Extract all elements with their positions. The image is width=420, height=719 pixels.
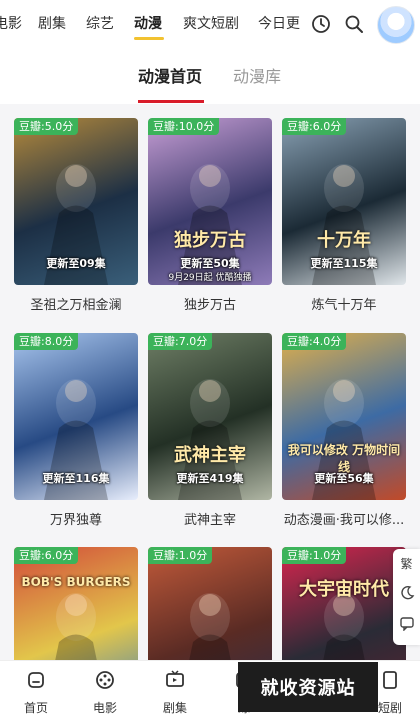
home-icon [28,672,44,688]
poster-title-art: BOB'S BURGERS [21,575,131,589]
poster-image[interactable]: 豆瓣:10.0分独步万古 9月29日起 优酷独播 更新至50集 [148,118,272,285]
poster-image[interactable]: 豆瓣:6.0分十万年更新至115集 [282,118,406,285]
nav-home[interactable]: 首页 [6,669,66,716]
nav-home-label: 首页 [23,701,48,715]
card-title[interactable]: 动态漫画·我可以修... [282,509,406,528]
card-title[interactable]: 炼气十万年 [282,294,406,313]
sub-tab-indicator [138,100,204,103]
tv-icon [166,670,184,687]
card-title[interactable]: 圣祖之万相金澜 [14,294,138,313]
card-title[interactable]: 万界独尊 [14,509,138,528]
poster-image[interactable]: 豆瓣:5.0分更新至09集 [14,118,138,285]
rating-badge: 豆瓣:10.0分 [148,118,220,135]
poster-title-art: 大宇宙时代 [299,579,389,600]
avatar[interactable] [377,6,415,44]
tab-anime[interactable]: 动漫 [134,14,162,34]
sub-tabs: 动漫首页 动漫库 [0,50,420,104]
traditional-chinese-toggle[interactable]: 繁 [393,555,420,572]
chat-icon[interactable] [393,615,420,634]
poster-title-art: 十万年 [317,230,371,251]
tab-movies[interactable]: 电影 [0,14,22,34]
episode-update-label: 更新至419集 [176,472,244,485]
episode-update-label: 更新至09集 [46,257,106,270]
side-tool-panel: 繁 [393,549,420,645]
rating-badge: 豆瓣:6.0分 [282,118,347,135]
search-icon[interactable] [340,10,368,38]
poster-title-art: 武神主宰 [174,445,246,466]
active-tab-indicator [134,37,164,40]
poster-image[interactable]: 豆瓣:7.0分武神主宰更新至419集 [148,333,272,500]
poster-title-art: 独步万古 [174,230,246,251]
rating-badge: 豆瓣:4.0分 [282,333,347,350]
rating-badge: 豆瓣:6.0分 [14,547,79,564]
poster-release-note: 9月29日起 优酷独播 [168,273,252,283]
episode-update-label: 更新至116集 [42,472,110,485]
rating-badge: 豆瓣:7.0分 [148,333,213,350]
film-reel-icon [96,671,114,689]
poster-image[interactable]: 豆瓣:4.0分 我可以修改 万物时间线 更新至56集 [282,333,406,500]
rating-badge: 豆瓣:8.0分 [14,333,79,350]
rating-badge: 豆瓣:1.0分 [148,547,213,564]
episode-update-label: 更新至50集 [180,257,240,270]
nav-series[interactable]: 剧集 [145,669,205,716]
card-title[interactable]: 独步万古 [148,294,272,313]
episode-update-label: 更新至56集 [314,472,374,485]
top-nav-bar: 电影 剧集 综艺 动漫 爽文短剧 今日更 [0,0,420,50]
moon-icon[interactable] [393,585,420,604]
tab-today[interactable]: 今日更 [258,14,300,34]
card-title[interactable]: 武神主宰 [148,509,272,528]
nav-movies[interactable]: 电影 [75,669,135,716]
rating-badge: 豆瓣:5.0分 [14,118,79,135]
episode-update-label: 更新至115集 [310,257,378,270]
tab-variety[interactable]: 综艺 [86,14,114,34]
poster-image[interactable]: 豆瓣:8.0分更新至116集 [14,333,138,500]
rating-badge: 豆瓣:1.0分 [282,547,347,564]
nav-series-label: 剧集 [162,701,187,715]
short-drama-icon [383,671,397,689]
history-icon[interactable] [307,10,335,38]
tab-series[interactable]: 剧集 [38,14,66,34]
nav-movies-label: 电影 [92,701,117,715]
tab-anime-home[interactable]: 动漫首页 [138,66,202,88]
category-tabs: 电影 剧集 综艺 动漫 爽文短剧 今日更 [0,0,300,50]
tab-anime-library[interactable]: 动漫库 [233,66,281,88]
watermark-overlay: 就收资源站 [238,662,378,712]
tab-short-drama[interactable]: 爽文短剧 [183,14,239,34]
